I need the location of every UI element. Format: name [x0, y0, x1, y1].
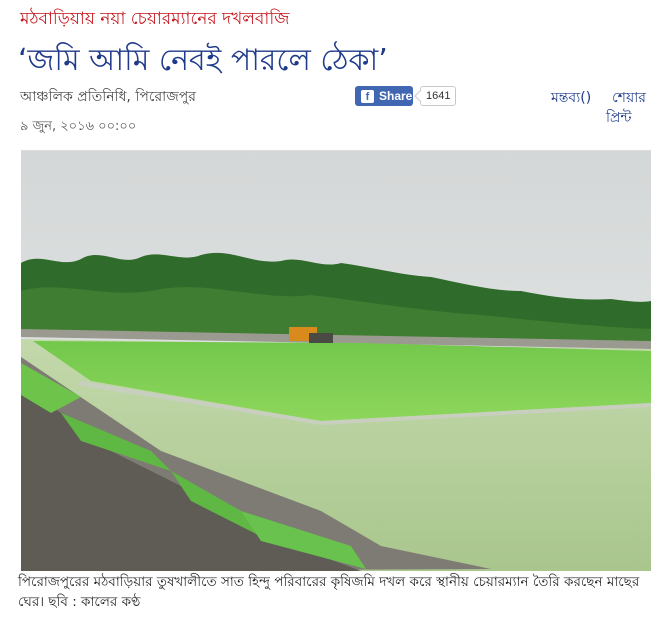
article-photo [21, 150, 651, 571]
article-headline: ‘জমি আমি নেবই পারলে ঠেকা’ [18, 43, 388, 78]
photo-caption: পিরোজপুরের মঠবাড়িয়ার তুষখালীতে সাত হিন… [18, 574, 640, 610]
facebook-icon: f [361, 89, 374, 103]
article-byline: আঞ্চলিক প্রতিনিধি, পিরোজপুর [20, 89, 196, 105]
article-date: ৯ জুন, ২০১৬ ০০:০০ [20, 119, 137, 134]
facebook-share-button[interactable]: f Share [355, 86, 413, 106]
article-kicker: মঠবাড়িয়ায় নয়া চেয়ারম্যানের দখলবাজি [20, 9, 290, 29]
facebook-share-label: Share [379, 89, 413, 103]
print-link[interactable]: প্রিন্ট [606, 106, 631, 130]
comment-link[interactable]: মন্তব্য() [551, 86, 591, 110]
share-count-badge: 1641 [420, 86, 457, 106]
